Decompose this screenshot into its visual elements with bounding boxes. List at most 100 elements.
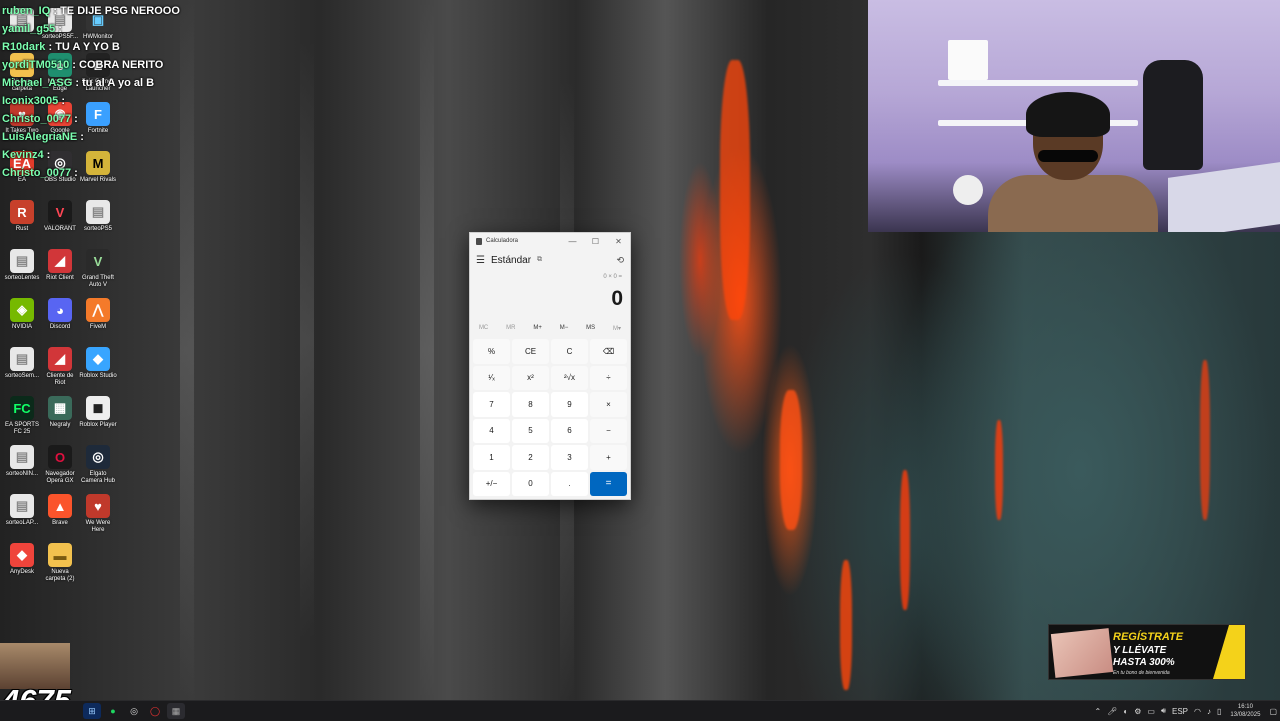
desktop-shortcut-label: Navegador Opera GX — [45, 471, 75, 484]
desktop-shortcut[interactable]: ◆ Roblox Studio — [79, 347, 117, 380]
memory-button[interactable]: MC — [479, 325, 488, 331]
desktop-shortcut-label: Rust — [15, 226, 29, 232]
reciprocal-key[interactable]: ¹⁄ₓ — [473, 365, 510, 390]
desktop-shortcut[interactable]: ◎ Elgato Camera Hub — [79, 445, 117, 485]
digit-8-key[interactable]: 8 — [512, 392, 549, 417]
desktop-shortcut[interactable]: V Grand Theft Auto V — [79, 249, 117, 289]
app-tray-icon[interactable]: ◐ — [1123, 707, 1128, 716]
keep-on-top-icon[interactable]: ⧉ — [537, 256, 542, 264]
desktop-shortcut[interactable]: ◕ Discord — [41, 298, 79, 331]
settings-tray-icon[interactable]: ⚙︎ — [1134, 707, 1141, 716]
network-icon[interactable]: ▭ — [1147, 707, 1155, 716]
digit-9-key[interactable]: 9 — [551, 392, 588, 417]
backspace-key[interactable]: ⌫ — [590, 339, 627, 364]
desktop-shortcut[interactable]: ▲ Brave — [41, 494, 79, 527]
digit-4-key[interactable]: 4 — [473, 418, 510, 443]
memory-button[interactable]: M▾ — [613, 325, 621, 332]
spotify-icon[interactable]: ● — [104, 703, 122, 719]
desktop-shortcut[interactable]: ◆ AnyDesk — [3, 543, 41, 576]
chat-username: Iconix3005 — [2, 95, 59, 107]
desktop-shortcut-label: Brave — [52, 520, 68, 526]
desktop-shortcut[interactable]: ◼ Roblox Player — [79, 396, 117, 429]
battery-icon[interactable]: ▯ — [1217, 707, 1221, 716]
desktop-shortcut[interactable]: ◢ Riot Client — [41, 249, 79, 282]
desktop-shortcut[interactable]: ◢ Cliente de Riot — [41, 347, 79, 387]
chat-separator: : — [71, 113, 78, 125]
calculator-taskbar-icon[interactable]: ▦ — [167, 703, 185, 719]
desktop-shortcut[interactable]: ▦ Negraly — [41, 396, 79, 429]
desktop-shortcut[interactable]: ▤ sorteoSem... — [3, 347, 41, 380]
taskbar-app-icon[interactable]: ⊞ — [83, 703, 101, 719]
money-image — [1050, 628, 1114, 678]
riot-icon: ◢ — [48, 249, 72, 273]
percent-key[interactable]: % — [473, 339, 510, 364]
close-button[interactable]: ✕ — [607, 237, 630, 246]
chat-username: Michael_ASG — [2, 77, 73, 89]
chat-username: Kevinz4 — [2, 149, 44, 161]
file-icon: ▤ — [10, 445, 34, 469]
divide-key[interactable]: ÷ — [590, 365, 627, 390]
maximize-button[interactable]: ☐ — [584, 237, 607, 246]
wifi-icon[interactable]: ◠ — [1194, 707, 1201, 716]
desktop-shortcut[interactable]: ▤ sorteoLAP... — [3, 494, 41, 527]
promo-banner: REGÍSTRATE Y LLÉVATE HASTA 300% En tu bo… — [1048, 624, 1246, 680]
speaker-icon[interactable]: 🔊︎ — [1161, 706, 1166, 716]
square-key[interactable]: x² — [512, 365, 549, 390]
desktop-shortcut[interactable]: O Navegador Opera GX — [41, 445, 79, 485]
desktop-shortcut[interactable]: ▤ sorteoPS5 — [79, 200, 117, 233]
desktop-shortcut-label: VALORANT — [44, 226, 76, 232]
desktop-shortcut-label: Riot Client — [46, 275, 74, 281]
desktop-shortcut[interactable]: R Rust — [3, 200, 41, 233]
desktop-shortcut[interactable]: ♥ We Were Here — [79, 494, 117, 534]
notifications-icon[interactable]: ▢ — [1269, 707, 1277, 716]
chat-separator: : — [43, 149, 51, 161]
opera-taskbar-icon[interactable]: ◯ — [146, 703, 164, 719]
digit-0-key[interactable]: 0 — [512, 471, 549, 496]
digit-2-key[interactable]: 2 — [512, 445, 549, 470]
digit-1-key[interactable]: 1 — [473, 445, 510, 470]
file-icon: ▤ — [10, 494, 34, 518]
add-key[interactable]: + — [590, 445, 627, 470]
calculator-window[interactable]: Calculadora — ☐ ✕ ☰ Estándar ⧉ ⟲ 0 × 0 =… — [469, 232, 631, 500]
sqrt-key[interactable]: ²√x — [551, 365, 588, 390]
digit-7-key[interactable]: 7 — [473, 392, 510, 417]
desktop-shortcut[interactable]: ▤ sorteoLentes — [3, 249, 41, 282]
clock[interactable]: 16:10 13/08/2025 — [1230, 703, 1260, 719]
clear-key[interactable]: C — [551, 339, 588, 364]
chevron-up-icon[interactable]: ⌃ — [1095, 707, 1102, 716]
digit-5-key[interactable]: 5 — [512, 418, 549, 443]
obs-taskbar-icon[interactable]: ◎ — [125, 703, 143, 719]
calculator-titlebar[interactable]: Calculadora — ☐ ✕ — [470, 233, 630, 249]
microphone-icon[interactable]: 🎤︎ — [1107, 707, 1117, 716]
decimal-key[interactable]: . — [551, 471, 588, 496]
desktop-shortcut[interactable]: ⋀ FiveM — [79, 298, 117, 331]
chat-message: LuisAlegriaNE : — [2, 128, 242, 146]
desktop-shortcut[interactable]: FC EA SPORTS FC 25 — [3, 396, 41, 436]
streamer-webcam — [868, 0, 1280, 232]
memory-button[interactable]: M+ — [533, 325, 542, 331]
digit-3-key[interactable]: 3 — [551, 445, 588, 470]
clear-entry-key[interactable]: CE — [512, 339, 549, 364]
language-indicator[interactable]: ESP — [1172, 707, 1188, 716]
desktop-shortcut[interactable]: ◈ NVIDIA — [3, 298, 41, 331]
desktop-shortcut-label: sorteoPS5 — [83, 226, 113, 232]
history-icon[interactable]: ⟲ — [616, 255, 624, 266]
desktop-shortcut-label: Elgato Camera Hub — [80, 471, 115, 484]
minimize-button[interactable]: — — [561, 237, 584, 246]
memory-button[interactable]: M− — [560, 325, 569, 331]
menu-icon[interactable]: ☰ — [476, 255, 485, 266]
equals-key[interactable]: = — [590, 471, 627, 496]
memory-button[interactable]: MS — [586, 325, 595, 331]
volume-icon[interactable]: ♪ — [1207, 707, 1211, 716]
chat-username: Christo_0077 — [2, 167, 72, 179]
desktop-shortcut[interactable]: V VALORANT — [41, 200, 79, 233]
desktop-shortcut-label: Grand Theft Auto V — [82, 275, 114, 288]
subtract-key[interactable]: − — [590, 418, 627, 443]
desktop-shortcut[interactable]: ▤ sorteoNIN... — [3, 445, 41, 478]
chat-username: yamil_g55 — [2, 23, 56, 35]
multiply-key[interactable]: × — [590, 392, 627, 417]
memory-button[interactable]: MR — [506, 325, 515, 331]
digit-6-key[interactable]: 6 — [551, 418, 588, 443]
desktop-shortcut[interactable]: ▬ Nueva carpeta (2) — [41, 543, 79, 583]
negate-key[interactable]: +/− — [473, 471, 510, 496]
